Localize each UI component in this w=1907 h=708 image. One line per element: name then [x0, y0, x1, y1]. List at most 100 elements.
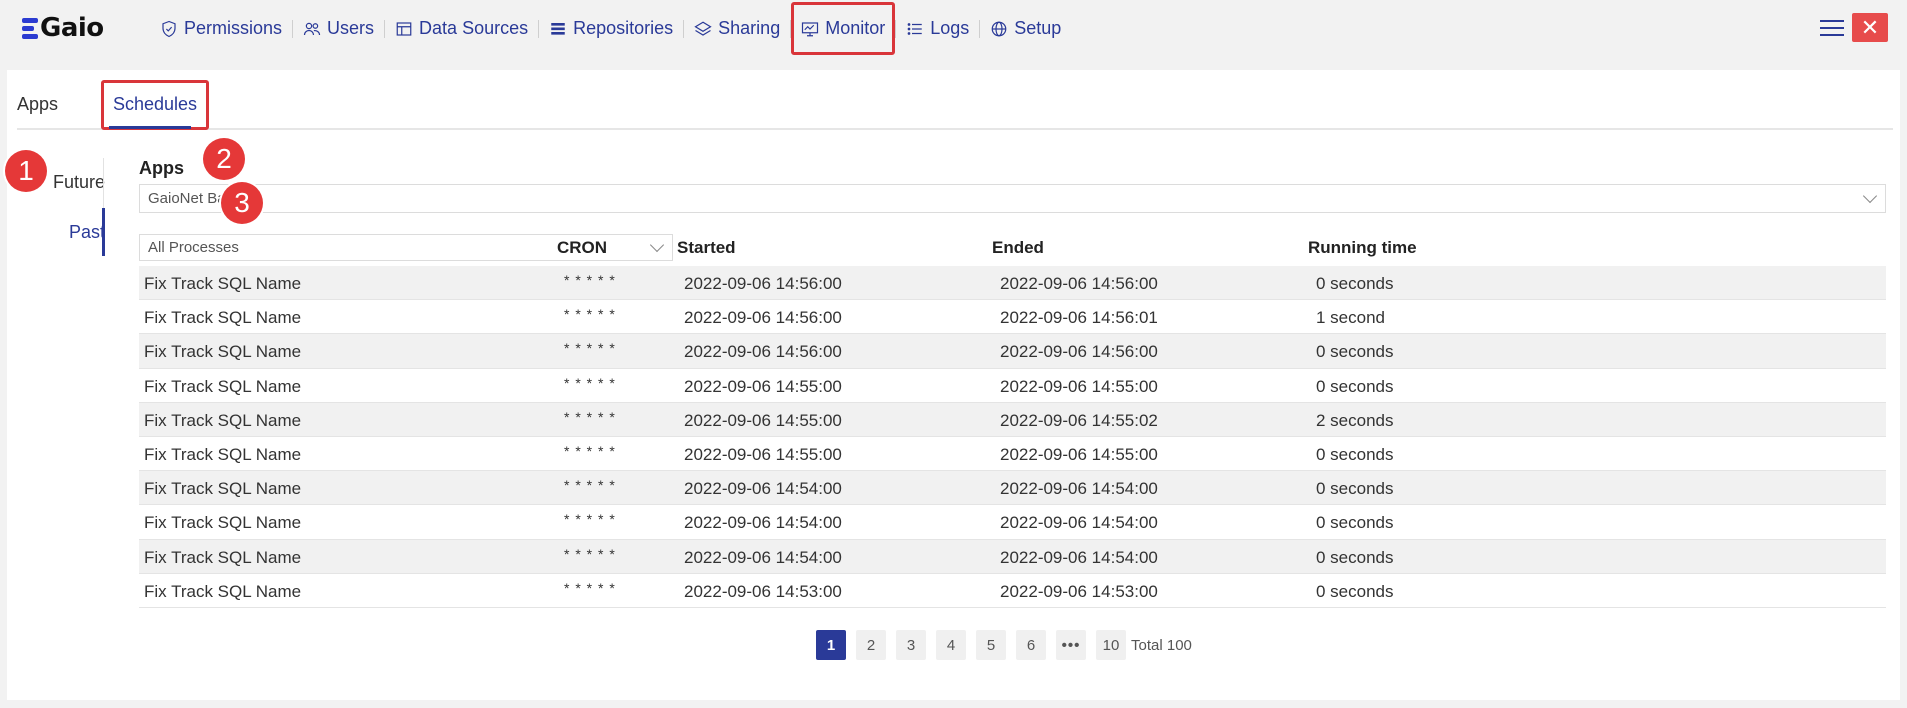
- cell-ended: 2022-09-06 14:55:00: [1000, 376, 1158, 396]
- bullet-list-icon: [906, 20, 924, 38]
- column-header-started: Started: [677, 238, 736, 257]
- page-button[interactable]: 3: [896, 630, 926, 660]
- cell-process-name: Fix Track SQL Name: [144, 274, 302, 293]
- nav-repositories[interactable]: Repositories: [539, 0, 683, 57]
- nav-permissions-label: Permissions: [184, 18, 283, 38]
- globe-icon: [990, 20, 1008, 38]
- cell-running-time: 0 seconds: [1316, 581, 1394, 601]
- cell-started: 2022-09-06 14:56:00: [684, 342, 842, 362]
- column-header-cron: CRON: [557, 238, 608, 257]
- column-header-running-time: Running time: [1308, 238, 1417, 257]
- list-icon: [549, 20, 567, 38]
- pagination: 1 2 3 4 5 6 ••• 10 Total 100: [816, 630, 1192, 660]
- logo-mark-icon: [22, 17, 38, 39]
- app-select[interactable]: GaioNet Base: [139, 184, 1886, 213]
- page-button[interactable]: 1: [816, 630, 846, 660]
- cell-cron: * * * * *: [564, 579, 616, 596]
- cell-process-name: Fix Track SQL Name: [144, 410, 302, 430]
- page-button[interactable]: 6: [1016, 630, 1046, 660]
- process-filter-value: All Processes: [148, 239, 239, 256]
- chevron-down-icon: [649, 237, 665, 252]
- table-row[interactable]: Fix Track SQL Name * * * * * 2022-09-06 14…: [139, 505, 1886, 540]
- cell-started: 2022-09-06 14:55:00: [684, 444, 842, 464]
- gaio-logo[interactable]: Gaio: [22, 13, 104, 43]
- nav-data-sources[interactable]: Data Sources: [385, 0, 538, 57]
- table-row[interactable]: Fix Track SQL Name * * * * * 2022-09-06 14…: [139, 574, 1886, 608]
- cell-running-time: 1 second: [1316, 308, 1385, 328]
- pagination-total: Total 100: [1131, 636, 1192, 654]
- cell-cron: * * * * *: [564, 477, 616, 494]
- logo-wordmark: Gaio: [40, 13, 104, 43]
- nav-sharing-label: Sharing: [718, 18, 781, 38]
- table-icon: [395, 20, 413, 38]
- nav-sharing[interactable]: Sharing: [684, 0, 790, 57]
- cell-started: 2022-09-06 14:55:00: [684, 410, 842, 430]
- cell-started: 2022-09-06 14:55:00: [684, 376, 842, 396]
- cell-cron: * * * * *: [564, 545, 616, 562]
- side-active-indicator: [102, 208, 105, 256]
- annotation-badge-3: 3: [221, 182, 263, 224]
- cell-process-name: Fix Track SQL Name: [144, 342, 302, 362]
- cell-started: 2022-09-06 14:54:00: [684, 479, 842, 499]
- cell-cron: * * * * *: [564, 272, 616, 288]
- apps-section-label: Apps: [139, 158, 184, 178]
- cell-process-name: Fix Track SQL Name: [144, 547, 302, 567]
- cell-cron: * * * * *: [564, 340, 616, 357]
- page-button[interactable]: 5: [976, 630, 1006, 660]
- cell-cron: * * * * *: [564, 511, 616, 528]
- close-button[interactable]: ✕: [1852, 13, 1888, 42]
- nav-logs[interactable]: Logs: [896, 0, 979, 57]
- cell-ended: 2022-09-06 14:53:00: [1000, 581, 1158, 601]
- table-row[interactable]: Fix Track SQL Name * * * * * 2022-09-06 14…: [139, 402, 1886, 437]
- cell-running-time: 0 seconds: [1316, 444, 1394, 464]
- cell-cron: * * * * *: [564, 408, 616, 425]
- table-row[interactable]: Fix Track SQL Name * * * * * 2022-09-06 14…: [139, 369, 1886, 403]
- page-button[interactable]: 2: [856, 630, 886, 660]
- nav-repositories-label: Repositories: [573, 18, 674, 38]
- cell-cron: * * * * *: [564, 306, 616, 323]
- hamburger-icon[interactable]: [1820, 17, 1844, 39]
- cell-ended: 2022-09-06 14:55:00: [1000, 444, 1158, 464]
- cell-process-name: Fix Track SQL Name: [144, 444, 302, 464]
- cell-cron: * * * * *: [564, 442, 616, 459]
- cell-running-time: 2 seconds: [1316, 410, 1394, 430]
- chevron-down-icon: [1862, 188, 1878, 203]
- cell-cron: * * * * *: [564, 374, 616, 391]
- nav-monitor[interactable]: Monitor: [791, 0, 896, 57]
- users-icon: [303, 20, 321, 38]
- cell-process-name: Fix Track SQL Name: [144, 376, 302, 396]
- cell-running-time: 0 seconds: [1316, 376, 1394, 396]
- top-navigation: Gaio Permissions Users Data Sources Repo…: [0, 0, 1907, 57]
- shield-icon: [160, 20, 178, 38]
- cell-started: 2022-09-06 14:54:00: [684, 547, 842, 567]
- page-button[interactable]: 10: [1096, 630, 1126, 660]
- table-row[interactable]: Fix Track SQL Name * * * * * 2022-09-06 14…: [139, 266, 1886, 301]
- main-panel: Apps Schedules Future Past 1 2 3 Apps Ga…: [5, 70, 1900, 700]
- page-button[interactable]: 4: [936, 630, 966, 660]
- cell-ended: 2022-09-06 14:56:00: [1000, 342, 1158, 362]
- tab-schedules[interactable]: Schedules: [100, 80, 210, 130]
- nav-setup[interactable]: Setup: [980, 0, 1071, 57]
- side-item-future[interactable]: Future: [53, 172, 105, 193]
- pagination-ellipsis[interactable]: •••: [1056, 630, 1086, 660]
- table-row[interactable]: Fix Track SQL Name * * * * * 2022-09-06 14…: [139, 471, 1886, 506]
- nav-permissions[interactable]: Permissions: [150, 0, 292, 57]
- schedule-table: Fix Track SQL Name * * * * * 2022-09-06 14…: [139, 266, 1886, 608]
- side-item-past[interactable]: Past: [69, 222, 105, 243]
- nav-users-label: Users: [327, 18, 375, 38]
- nav-users[interactable]: Users: [293, 0, 384, 57]
- nav-monitor-label: Monitor: [825, 18, 886, 38]
- cell-ended: 2022-09-06 14:56:01: [1000, 308, 1158, 328]
- cell-ended: 2022-09-06 14:55:02: [1000, 410, 1158, 430]
- cell-running-time: 0 seconds: [1316, 274, 1394, 293]
- layers-icon: [694, 20, 712, 38]
- table-row[interactable]: Fix Track SQL Name * * * * * 2022-09-06 14…: [139, 437, 1886, 472]
- table-row[interactable]: Fix Track SQL Name * * * * * 2022-09-06 14…: [139, 300, 1886, 335]
- cell-running-time: 0 seconds: [1316, 513, 1394, 533]
- cell-started: 2022-09-06 14:56:00: [684, 274, 842, 293]
- table-row[interactable]: Fix Track SQL Name * * * * * 2022-09-06 14…: [139, 334, 1886, 369]
- cell-ended: 2022-09-06 14:54:00: [1000, 547, 1158, 567]
- tab-apps[interactable]: Apps: [17, 84, 58, 124]
- main-nav: Permissions Users Data Sources Repositor…: [150, 0, 1071, 57]
- table-row[interactable]: Fix Track SQL Name * * * * * 2022-09-06 14…: [139, 539, 1886, 574]
